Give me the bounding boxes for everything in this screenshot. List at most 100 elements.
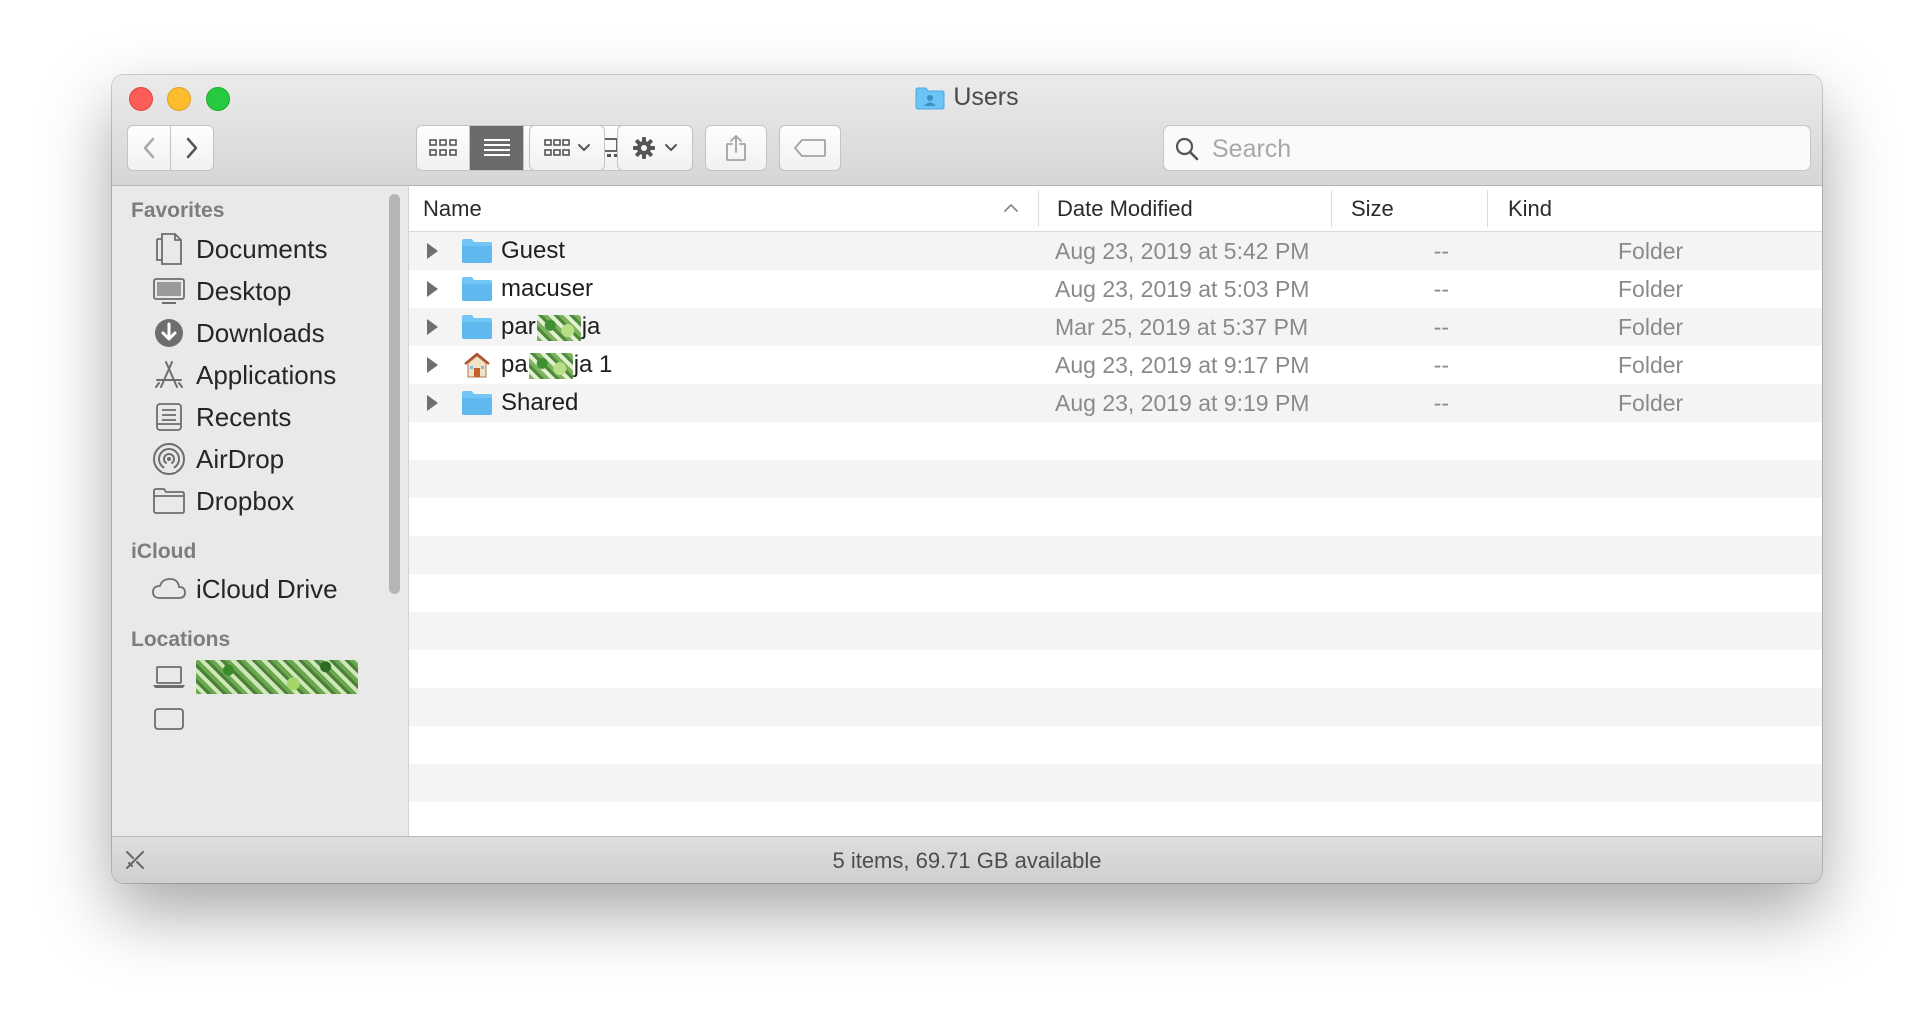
- icon-view-button[interactable]: [416, 125, 470, 171]
- disclosure-triangle-icon[interactable]: [425, 356, 439, 374]
- sidebar-item-disk[interactable]: [149, 698, 196, 740]
- column-date-modified[interactable]: Date Modified: [1057, 186, 1193, 231]
- sidebar-item-computer[interactable]: [149, 656, 358, 698]
- status-bar: 5 items, 69.71 GB available: [112, 836, 1822, 883]
- file-name: par ja: [501, 308, 600, 346]
- folder-icon: [462, 277, 492, 301]
- sidebar-item-label: Downloads: [196, 317, 325, 348]
- back-button[interactable]: [127, 125, 171, 171]
- empty-row: [409, 536, 1822, 574]
- sidebar-item-documents[interactable]: Documents: [149, 228, 328, 270]
- file-kind: Folder: [1618, 352, 1684, 378]
- sidebar-item-label: Dropbox: [196, 485, 295, 516]
- sidebar-item-dropbox[interactable]: Dropbox: [149, 480, 294, 522]
- sidebar-scrollbar[interactable]: [389, 194, 400, 594]
- documents-icon: [156, 233, 182, 265]
- empty-row: [409, 802, 1822, 836]
- file-name: Guest: [501, 237, 566, 264]
- file-size: --: [1433, 238, 1449, 264]
- sidebar-item-recents[interactable]: Recents: [149, 396, 291, 438]
- laptop-icon: [153, 666, 185, 688]
- disclosure-triangle-icon[interactable]: [425, 394, 439, 412]
- file-date: Aug 23, 2019 at 9:19 PM: [1055, 390, 1310, 416]
- search-icon: [1175, 137, 1199, 161]
- sidebar-item-applications[interactable]: Applications: [149, 354, 336, 396]
- disk-icon: [154, 708, 184, 730]
- disclosure-triangle-icon[interactable]: [425, 280, 439, 298]
- cloud-icon: [152, 578, 186, 599]
- sidebar-item-airdrop[interactable]: AirDrop: [149, 438, 284, 480]
- home-icon: [464, 352, 490, 378]
- table-row[interactable]: Guest Aug 23, 2019 at 5:42 PM -- Folder: [409, 232, 1822, 270]
- users-folder-icon: [915, 87, 945, 109]
- sidebar-item-label: Recents: [196, 401, 292, 432]
- file-date: Aug 23, 2019 at 5:03 PM: [1055, 276, 1310, 302]
- table-row[interactable]: pa ja 1 Aug 23, 2019 at 9:17 PM -- Folder: [409, 346, 1822, 384]
- finder-window: Users Search Favorites Documents Desktop…: [112, 75, 1822, 883]
- file-size: --: [1433, 390, 1449, 416]
- column-kind[interactable]: Kind: [1508, 186, 1552, 231]
- chevron-right-icon: [186, 137, 198, 159]
- empty-row: [409, 688, 1822, 726]
- column-divider[interactable]: [1331, 190, 1332, 227]
- applications-icon: [155, 361, 183, 388]
- share-button[interactable]: [705, 125, 767, 171]
- column-size[interactable]: Size: [1351, 186, 1394, 231]
- tag-icon: [794, 139, 826, 157]
- folder-icon: [462, 315, 492, 339]
- downloads-icon: [155, 319, 183, 347]
- list-view-button[interactable]: [470, 125, 524, 171]
- window-title-text: Users: [953, 83, 1019, 111]
- table-row[interactable]: par ja Mar 25, 2019 at 5:37 PM -- Folder: [409, 308, 1822, 346]
- empty-row: [409, 498, 1822, 536]
- file-size: --: [1433, 352, 1449, 378]
- status-text: 5 items, 69.71 GB available: [832, 848, 1102, 873]
- sidebar-item-desktop[interactable]: Desktop: [149, 270, 291, 312]
- sidebar-item-icloud-drive[interactable]: iCloud Drive: [149, 568, 338, 610]
- empty-row: [409, 650, 1822, 688]
- folder-icon: [462, 239, 492, 263]
- file-kind: Folder: [1618, 390, 1684, 416]
- folder-icon: [462, 391, 492, 415]
- empty-row: [409, 422, 1822, 460]
- file-name-prefix: pa: [501, 351, 528, 378]
- group-by-button[interactable]: [529, 125, 605, 171]
- recents-icon: [156, 403, 182, 431]
- window-title: Users: [112, 83, 1822, 112]
- sidebar-item-downloads[interactable]: Downloads: [149, 312, 325, 354]
- file-kind: Folder: [1618, 314, 1684, 340]
- empty-row: [409, 612, 1822, 650]
- empty-row: [409, 764, 1822, 802]
- redacted-text: [528, 352, 573, 379]
- share-icon: [726, 135, 746, 161]
- file-name: macuser: [501, 275, 594, 302]
- file-name-prefix: par: [501, 313, 536, 340]
- table-row[interactable]: Shared Aug 23, 2019 at 9:19 PM -- Folder: [409, 384, 1822, 422]
- list-view-icon: [483, 139, 510, 156]
- toolbar: Users: [112, 75, 1822, 186]
- sidebar-item-label: iCloud Drive: [196, 573, 338, 604]
- folder-icon: [153, 488, 185, 514]
- tag-button[interactable]: [779, 125, 841, 171]
- column-divider[interactable]: [1038, 190, 1039, 227]
- sidebar-item-label: Applications: [196, 359, 337, 390]
- search-field[interactable]: [1163, 125, 1811, 172]
- forward-button[interactable]: [170, 125, 214, 171]
- file-name-suffix: ja: [581, 313, 601, 340]
- sidebar: Favorites Documents Desktop Downloads Ap…: [112, 186, 409, 836]
- empty-row: [409, 726, 1822, 764]
- sort-ascending-icon: [1004, 204, 1018, 212]
- icon-grid-icon: [429, 139, 457, 156]
- file-list: Name Date Modified Size Kind Guest Aug 2…: [409, 186, 1822, 836]
- action-menu-button[interactable]: [617, 125, 693, 171]
- sidebar-section-icloud: iCloud: [131, 540, 197, 563]
- file-name-suffix: ja 1: [573, 351, 613, 378]
- file-kind: Folder: [1618, 276, 1684, 302]
- disclosure-triangle-icon[interactable]: [425, 318, 439, 336]
- empty-row: [409, 574, 1822, 612]
- table-row[interactable]: macuser Aug 23, 2019 at 5:03 PM -- Folde…: [409, 270, 1822, 308]
- search-input[interactable]: [1210, 126, 1794, 172]
- disclosure-triangle-icon[interactable]: [425, 242, 439, 260]
- column-divider[interactable]: [1487, 190, 1488, 227]
- column-name[interactable]: Name: [423, 186, 482, 231]
